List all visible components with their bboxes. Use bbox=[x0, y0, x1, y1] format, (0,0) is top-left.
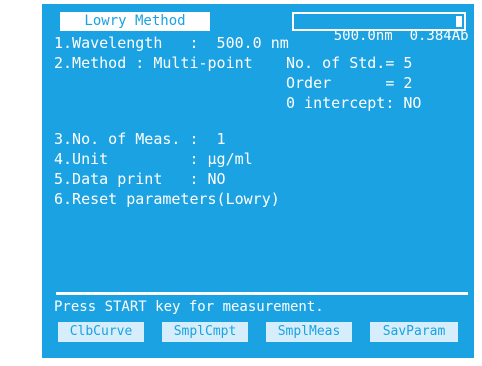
param-method[interactable]: 2.Method : Multi-point bbox=[54, 54, 253, 72]
fkey-smplmeas[interactable]: SmplMeas bbox=[266, 322, 352, 342]
status-message: Press START key for measurement. bbox=[54, 299, 324, 315]
param-zero-intercept: 0 intercept: NO bbox=[286, 94, 422, 112]
fkey-smplcmpt[interactable]: SmplCmpt bbox=[162, 322, 248, 342]
instrument-screen: Lowry Method 500.0nm 0.384Ab 1.Wavelengt… bbox=[42, 4, 474, 358]
divider-line bbox=[56, 292, 468, 295]
param-data-print[interactable]: 5.Data print : NO bbox=[54, 170, 226, 188]
param-no-of-std: No. of Std.= 5 bbox=[286, 54, 413, 72]
method-title: Lowry Method bbox=[60, 12, 210, 31]
param-reset[interactable]: 6.Reset parameters(Lowry) bbox=[54, 190, 280, 208]
fkey-clbcurve[interactable]: ClbCurve bbox=[58, 322, 144, 342]
cursor-block bbox=[456, 16, 462, 27]
readout-text: 500.0nm 0.384Ab bbox=[333, 28, 469, 44]
fkey-savparam[interactable]: SavParam bbox=[370, 322, 458, 342]
wavelength-absorbance-readout: 500.0nm 0.384Ab bbox=[292, 12, 469, 44]
param-wavelength[interactable]: 1.Wavelength : 500.0 nm bbox=[54, 34, 289, 52]
param-unit[interactable]: 4.Unit : µg/ml bbox=[54, 150, 253, 168]
param-order: Order = 2 bbox=[286, 74, 413, 92]
param-no-of-meas[interactable]: 3.No. of Meas. : 1 bbox=[54, 130, 226, 148]
